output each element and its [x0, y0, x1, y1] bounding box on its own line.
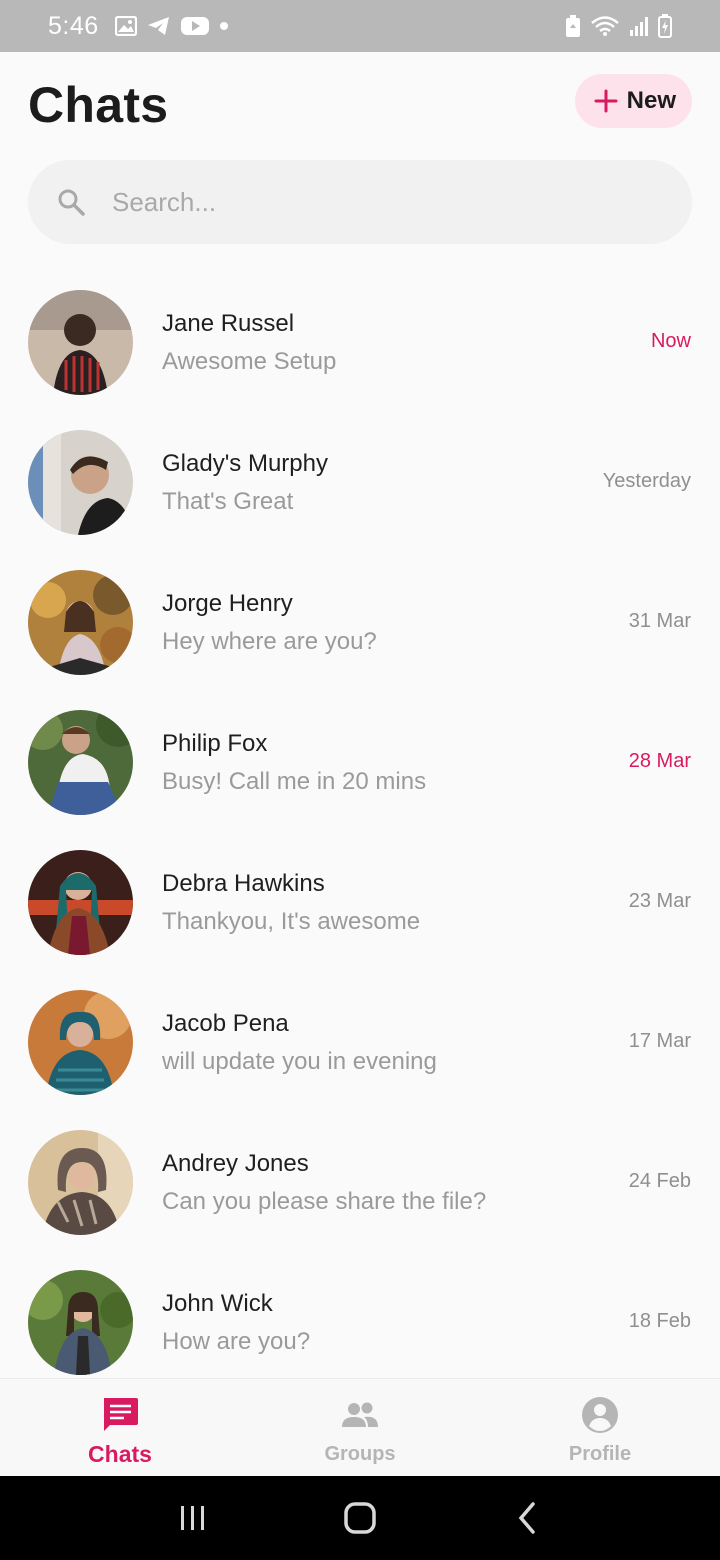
groups-icon — [342, 1402, 378, 1427]
battery-saver-icon — [564, 14, 582, 38]
home-icon — [344, 1502, 376, 1534]
chat-item-john-wick[interactable]: John Wick How are you? 18 Feb — [0, 1252, 720, 1378]
tab-label: Profile — [568, 1443, 632, 1465]
search-bar[interactable] — [28, 160, 692, 244]
tab-groups[interactable]: Groups — [240, 1379, 480, 1476]
chat-time: Yesterday — [602, 470, 691, 492]
avatar — [28, 1270, 133, 1375]
status-left-icons — [114, 16, 229, 36]
profile-icon — [582, 1397, 618, 1433]
chat-time: 18 Feb — [628, 1310, 691, 1332]
chat-name: Jane Russel — [162, 310, 295, 337]
telegram-icon — [147, 16, 171, 36]
avatar — [28, 850, 133, 955]
avatar — [28, 1130, 133, 1235]
chat-time: 28 Mar — [628, 750, 691, 772]
chat-name: Jorge Henry — [162, 590, 293, 617]
chat-preview: Busy! Call me in 20 mins — [162, 768, 427, 795]
chat-item-jacob-pena[interactable]: Jacob Pena will update you in evening 17… — [0, 972, 720, 1112]
chat-name: Debra Hawkins — [162, 870, 325, 897]
chat-name: Philip Fox — [162, 730, 268, 757]
wifi-icon — [590, 15, 620, 37]
chat-time: 24 Feb — [628, 1170, 691, 1192]
chat-item-philip-fox[interactable]: Philip Fox Busy! Call me in 20 mins 28 M… — [0, 692, 720, 832]
chat-time: Now — [650, 330, 691, 352]
chat-time: 17 Mar — [628, 1030, 691, 1052]
recent-apps-icon — [181, 1506, 205, 1530]
youtube-icon — [180, 16, 209, 36]
chat-item-debra-hawkins[interactable]: Debra Hawkins Thankyou, It's awesome 23 … — [0, 832, 720, 972]
chat-preview: How are you? — [162, 1328, 311, 1355]
status-time: 5:46 — [48, 11, 99, 40]
gallery-icon — [114, 16, 137, 36]
chat-name: John Wick — [162, 1290, 273, 1317]
bottom-nav: Chats Groups Profile — [0, 1378, 720, 1476]
chat-icon — [104, 1398, 138, 1431]
tab-label: Groups — [324, 1443, 396, 1465]
back-button[interactable] — [497, 1488, 557, 1548]
new-chat-button[interactable]: New — [574, 74, 692, 128]
chat-name: Jacob Pena — [162, 1010, 289, 1037]
chat-item-jorge-henry[interactable]: Jorge Henry Hey where are you? 31 Mar — [0, 552, 720, 692]
chat-name: Glady's Murphy — [162, 450, 328, 477]
chat-time: 23 Mar — [628, 890, 691, 912]
tab-profile[interactable]: Profile — [480, 1379, 720, 1476]
status-right-icons — [564, 14, 672, 38]
chat-list[interactable]: Jane Russel Awesome Setup Now Glady's Mu… — [0, 272, 720, 1378]
chat-item-gladys-murphy[interactable]: Glady's Murphy That's Great Yesterday — [0, 412, 720, 552]
chat-preview: Thankyou, It's awesome — [162, 908, 421, 935]
chat-preview: will update you in evening — [162, 1048, 437, 1075]
new-button-label: New — [626, 87, 676, 114]
header: Chats New — [0, 52, 720, 152]
battery-charging-icon — [658, 14, 672, 38]
chat-preview: Can you please share the file? — [162, 1188, 487, 1215]
avatar — [28, 990, 133, 1095]
chat-preview: Awesome Setup — [162, 348, 337, 375]
tab-chats[interactable]: Chats — [0, 1379, 240, 1476]
chat-item-jane-russel[interactable]: Jane Russel Awesome Setup Now — [0, 272, 720, 412]
chat-item-andrey-jones[interactable]: Andrey Jones Can you please share the fi… — [0, 1112, 720, 1252]
avatar — [28, 290, 133, 395]
search-input[interactable] — [112, 186, 632, 218]
avatar — [28, 710, 133, 815]
search-icon — [58, 189, 85, 216]
signal-icon — [628, 15, 650, 37]
dot-icon — [219, 21, 229, 31]
avatar — [28, 570, 133, 675]
chat-time: 31 Mar — [628, 610, 691, 632]
status-bar: 5:46 — [0, 0, 720, 52]
tab-label: Chats — [88, 1441, 152, 1467]
back-icon — [518, 1502, 535, 1534]
avatar — [28, 430, 133, 535]
chat-name: Andrey Jones — [162, 1150, 309, 1177]
page-title: Chats — [28, 77, 169, 133]
recent-apps-button[interactable] — [163, 1488, 223, 1548]
home-button[interactable] — [330, 1488, 390, 1548]
chat-preview: That's Great — [162, 488, 294, 515]
chat-preview: Hey where are you? — [162, 628, 377, 655]
plus-icon — [594, 89, 618, 113]
system-nav-bar — [0, 1476, 720, 1560]
